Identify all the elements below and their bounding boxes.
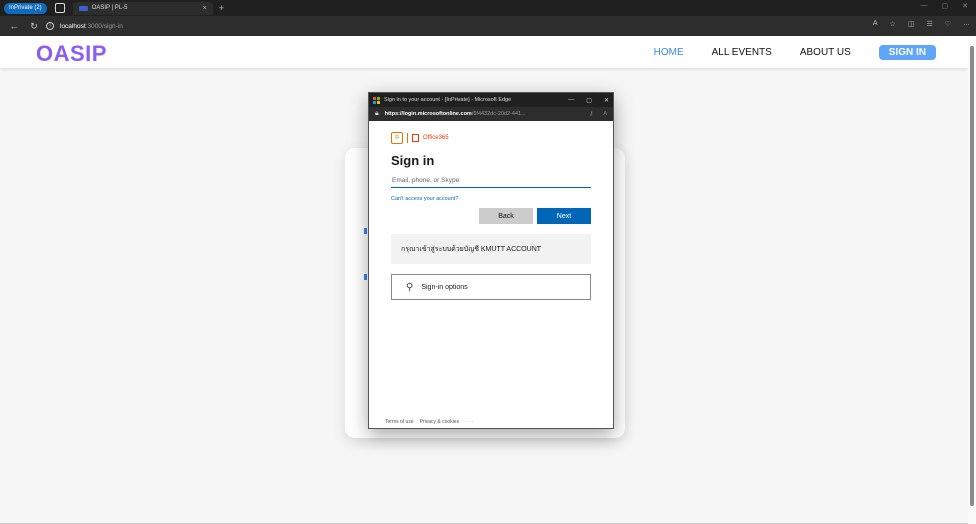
inprivate-label: InPrivate (2) [9, 4, 42, 11]
signin-buttons: Back Next [391, 208, 591, 224]
lock-icon[interactable]: 🔒︎ [375, 110, 379, 118]
site-navbar: OASIP HOME ALL EVENTS ABOUT US SIGN IN [0, 36, 968, 68]
extensions-icon[interactable]: ♡ [945, 20, 951, 28]
nav-about-us[interactable]: ABOUT US [800, 47, 851, 58]
privacy-link[interactable]: Privacy & cookies [420, 419, 459, 425]
browser-toolbar: A ☆ ◫ ☰ ♡ … [873, 20, 970, 28]
popup-close-icon[interactable]: ✕ [604, 97, 609, 104]
refresh-icon[interactable]: ↻ [28, 21, 40, 32]
more-options-link[interactable]: · · · [465, 419, 473, 425]
browser-window: InPrivate (2) OASIP | PL-5 × + — ▢ ✕ ← ↻… [0, 0, 976, 524]
favicon-icon [78, 5, 88, 11]
url-field[interactable]: i localhost:3000/sign-in [46, 19, 846, 33]
scrollbar-thumb[interactable] [970, 46, 974, 506]
signin-form: ♔ Office365 Sign in Can't access your ac… [369, 121, 613, 310]
terms-link[interactable]: Terms of use [385, 419, 414, 425]
nav-all-events[interactable]: ALL EVENTS [712, 47, 772, 58]
signin-heading: Sign in [391, 153, 435, 168]
popup-titlebar: Sign in to your account - [InPrivate] - … [369, 93, 613, 107]
brand-separator [407, 133, 408, 143]
window-controls: — ▢ ✕ [921, 2, 969, 10]
office365-brand: ♔ Office365 [391, 131, 591, 145]
new-tab-icon[interactable]: + [219, 3, 224, 13]
key-search-icon: ⚲ [406, 281, 414, 293]
microsoft-logo-icon [373, 96, 380, 104]
split-screen-icon[interactable]: ◫ [908, 20, 915, 28]
more-menu-icon[interactable]: … [963, 20, 970, 28]
office-logo-icon [412, 134, 419, 142]
minimize-icon[interactable]: — [921, 2, 928, 10]
url-path: :3000/sign-in [85, 22, 123, 30]
next-button[interactable]: Next [537, 208, 591, 224]
site-logo[interactable]: OASIP [36, 41, 107, 67]
read-aloud-icon[interactable]: A [873, 20, 878, 28]
favorite-star-icon[interactable]: ☆ [890, 20, 896, 28]
microsoft-signin-popup: Sign in to your account - [InPrivate] - … [368, 92, 614, 429]
site-info-icon[interactable]: i [46, 22, 54, 30]
key-icon[interactable]: ⚷ [589, 111, 593, 117]
tab-bar: InPrivate (2) OASIP | PL-5 × + — ▢ ✕ [0, 0, 976, 16]
favorites-icon[interactable]: ☰ [926, 20, 932, 28]
tab-oasip[interactable]: OASIP | PL-5 × [72, 1, 213, 15]
nav-sign-in-button[interactable]: SIGN IN [878, 45, 936, 60]
tab-close-icon[interactable]: × [203, 5, 207, 12]
background-card-mark [364, 228, 367, 234]
popup-address-bar: 🔒︎ https://login.microsoftonline.com/6f4… [369, 107, 613, 121]
kmutt-notice: กรุณาเข้าสู่ระบบด้วยบัญชี KMUTT ACCOUNT [391, 234, 591, 264]
close-window-icon[interactable]: ✕ [962, 2, 968, 10]
email-field[interactable] [391, 174, 591, 188]
restore-icon[interactable]: ▢ [942, 2, 949, 10]
nav-links: HOME ALL EVENTS ABOUT US SIGN IN [654, 45, 936, 60]
popup-url-host: https://login.microsoftonline.com [384, 111, 472, 117]
popup-window-title: Sign in to your account - [InPrivate] - … [384, 97, 512, 103]
popup-minimize-icon[interactable]: — [568, 97, 574, 104]
tab-title: OASIP | PL-5 [91, 5, 128, 11]
background-card-mark [364, 274, 367, 280]
nav-home[interactable]: HOME [654, 47, 684, 58]
back-arrow-icon[interactable]: ← [8, 21, 20, 31]
popup-read-aloud-icon[interactable]: A [603, 111, 607, 117]
popup-window-controls: — ▢ ✕ [568, 97, 609, 104]
page-scrollbar[interactable] [968, 36, 976, 524]
address-bar: ← ↻ i localhost:3000/sign-in A ☆ ◫ ☰ ♡ … [0, 16, 976, 36]
popup-url-icons: ⚷ A [589, 111, 607, 117]
back-button[interactable]: Back [479, 208, 533, 224]
cant-access-link[interactable]: Can't access your account? [391, 196, 591, 202]
office365-label: Office365 [423, 135, 449, 141]
signin-options-button[interactable]: ⚲ Sign-in options [391, 274, 591, 300]
inprivate-badge[interactable]: InPrivate (2) [4, 2, 47, 14]
popup-url-rest: /6f4432dc-20d2-441... [471, 111, 526, 117]
university-crest-icon: ♔ [391, 132, 403, 144]
signin-options-label: Sign-in options [421, 283, 468, 291]
popup-footer: Terms of use Privacy & cookies · · · [385, 419, 473, 425]
tab-actions-icon[interactable] [54, 3, 65, 13]
url-host: localhost [60, 22, 86, 30]
popup-maximize-icon[interactable]: ▢ [586, 97, 592, 104]
